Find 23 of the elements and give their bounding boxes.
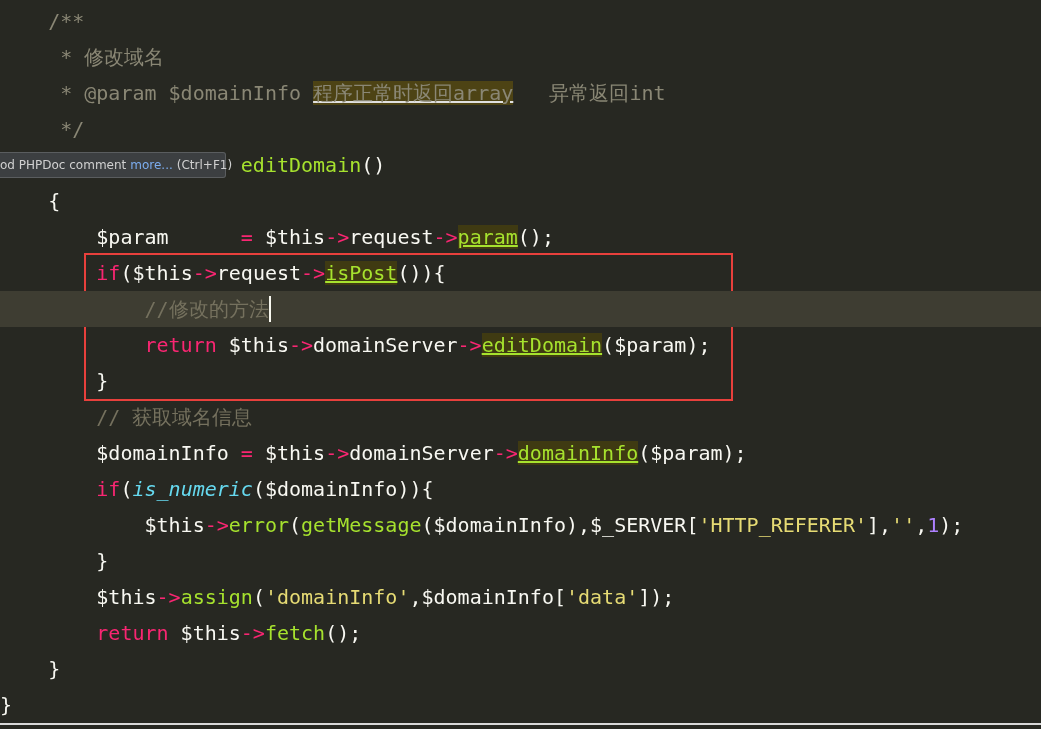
code-line: if(is_numeric($domainInfo)){: [96, 476, 434, 503]
code-line: }: [96, 548, 109, 575]
code-line: /**: [48, 8, 85, 35]
text-cursor: [268, 296, 271, 322]
shortcut-text: (Ctrl+F1): [176, 157, 233, 174]
code-line: }: [48, 656, 61, 683]
code-line: // 获取域名信息: [96, 404, 253, 431]
code-line: * @param $domainInfo 程序正常时返回array 异常返回int: [60, 80, 666, 107]
code-line: * 修改域名: [60, 44, 165, 71]
code-line: {: [48, 188, 61, 215]
code-line: if($this->request->isPost()){: [96, 260, 446, 287]
code-line: $domainInfo = $this->domainServer->domainInfo($param);: [96, 440, 747, 467]
code-line: $this->error(getMessage($domainInfo),$_SERVER['HTTP_REFERER'],'',1);: [144, 512, 964, 539]
code-line: return $this->domainServer->editDomain($param);: [144, 332, 711, 359]
code-line: }: [0, 692, 13, 719]
code-line: }: [96, 368, 109, 395]
code-line: $this->assign('domainInfo',$domainInfo['data']);: [96, 584, 675, 611]
more-link[interactable]: more...: [130, 153, 173, 177]
tooltip-text: od PHPDoc comment: [0, 157, 127, 174]
code-line: return $this->fetch();: [96, 620, 362, 647]
code-line: */: [60, 116, 85, 143]
code-line: editDomain(): [240, 152, 386, 179]
code-line: $param = $this->request->param();: [96, 224, 554, 251]
